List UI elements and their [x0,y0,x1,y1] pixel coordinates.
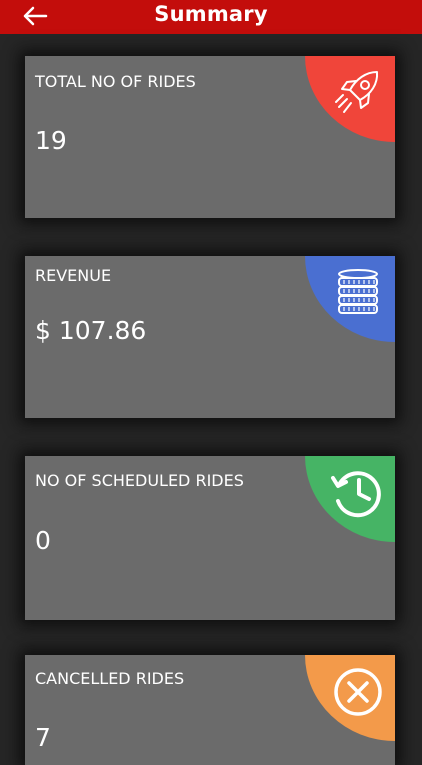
cancelled-rides-card[interactable]: CANCELLED RIDES 7 [25,655,395,765]
revenue-card[interactable]: REVENUE $ 107.86 [25,256,395,418]
total-rides-label: TOTAL NO OF RIDES [35,72,196,91]
page-title: Summary [154,2,268,26]
cancel-circle-icon [334,668,382,716]
rocket-icon [335,71,379,113]
scheduled-corner [305,456,395,542]
revenue-label: REVENUE [35,266,112,285]
top-bar: Summary [0,0,422,34]
total-rides-card[interactable]: TOTAL NO OF RIDES 19 [25,56,395,218]
cancelled-corner [305,655,395,741]
revenue-corner [305,256,395,342]
scheduled-rides-value: 0 [35,526,51,555]
history-clock-icon [331,471,381,518]
scheduled-rides-card[interactable]: NO OF SCHEDULED RIDES 0 [25,456,395,620]
revenue-value: $ 107.86 [35,316,147,345]
scheduled-rides-label: NO OF SCHEDULED RIDES [35,471,244,490]
cancelled-rides-value: 7 [35,723,51,752]
cancelled-rides-label: CANCELLED RIDES [35,669,185,688]
total-rides-value: 19 [35,126,67,155]
rides-corner [305,56,395,142]
coins-icon [338,269,378,314]
